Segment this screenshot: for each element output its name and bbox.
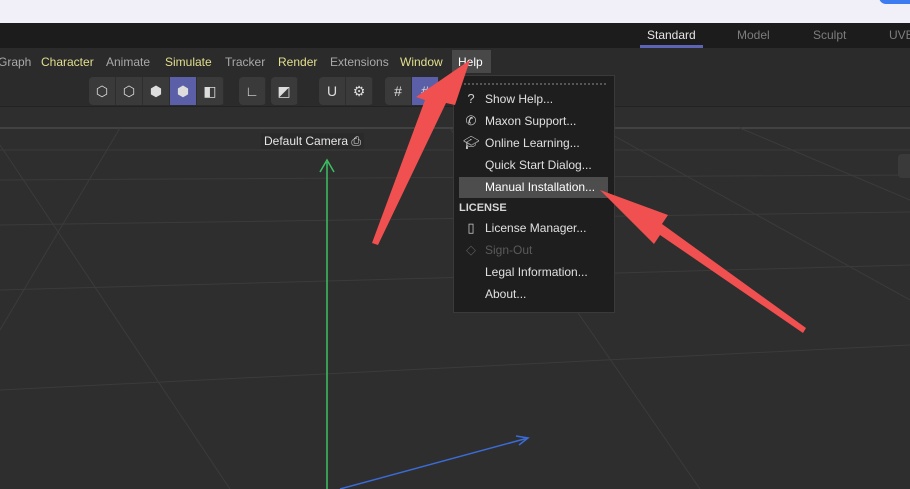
question-icon: ? — [467, 91, 475, 106]
label: Maxon Support... — [485, 114, 577, 128]
graduation-cap-icon: 🎓︎ — [463, 135, 480, 150]
menu-item-license-manager[interactable]: ▯ License Manager... — [459, 218, 608, 239]
help-dropdown: ? Show Help... ✆ Maxon Support... 🎓︎ Online… — [453, 75, 615, 313]
label: About... — [485, 287, 527, 301]
menu-item-manual-installation[interactable]: Manual Installation... — [459, 177, 608, 198]
camera-label[interactable]: Default Camera ⎙ — [261, 133, 364, 149]
phone-icon: ✆ — [465, 113, 477, 128]
label: Show Help... — [485, 92, 554, 106]
label: Quick Start Dialog... — [485, 158, 592, 172]
menu-item-legal-information[interactable]: Legal Information... — [459, 262, 608, 283]
camera-name: Default Camera — [264, 134, 349, 148]
sign-out-icon: ◇ — [466, 242, 476, 257]
label: Sign-Out — [485, 243, 533, 257]
label: Online Learning... — [485, 136, 580, 150]
section-license: LICENSE — [459, 202, 507, 214]
menu-item-online-learning[interactable]: 🎓︎ Online Learning... — [459, 133, 608, 154]
menu-item-about[interactable]: About... — [459, 284, 608, 305]
menu-item-show-help[interactable]: ? Show Help... — [459, 89, 608, 110]
label: License Manager... — [485, 221, 587, 235]
license-icon: ▯ — [467, 220, 475, 235]
label: Manual Installation... — [485, 180, 596, 194]
tear-off-handle[interactable] — [464, 83, 606, 85]
label: Legal Information... — [485, 265, 588, 279]
camera-icon: ⎙ — [351, 134, 361, 148]
menu-item-quick-start[interactable]: Quick Start Dialog... — [459, 155, 608, 176]
menu-item-sign-out: ◇ Sign-Out — [459, 240, 608, 261]
menu-item-maxon-support[interactable]: ✆ Maxon Support... — [459, 111, 608, 132]
x-axis — [339, 437, 529, 489]
